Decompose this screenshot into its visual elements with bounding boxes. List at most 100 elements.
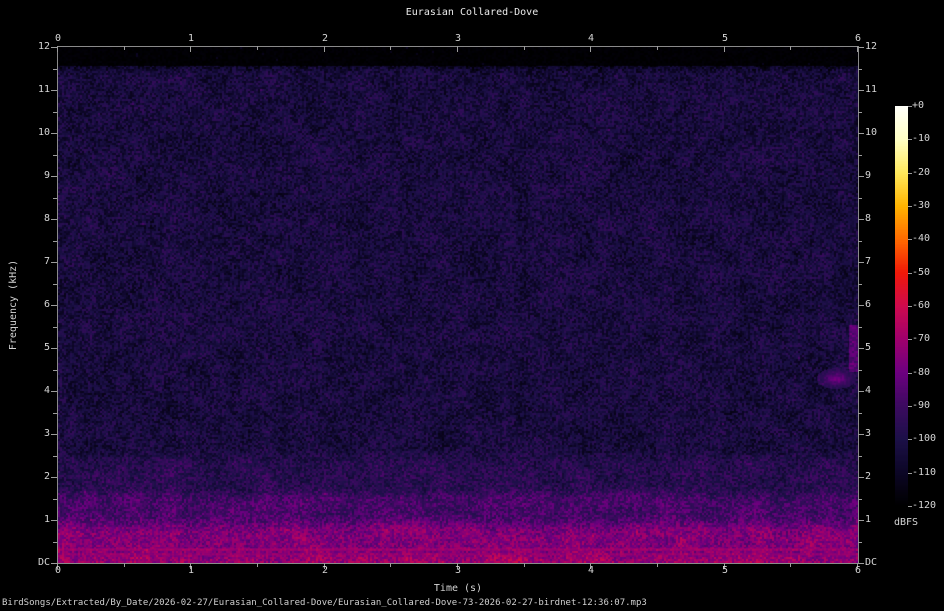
time-tick-top [657,46,658,50]
freq-tick-right [858,155,862,156]
freq-tick-label-left: 11 [37,84,50,95]
time-tick-bottom [124,563,125,567]
time-tick-label-bottom: 1 [187,565,195,576]
colorbar-gradient [895,106,908,506]
freq-tick-right [858,262,864,263]
freq-tick-label-right: 11 [865,84,878,95]
freq-tick-label-left: DC [37,557,50,568]
freq-tick-right [858,112,862,113]
time-tick-label-top: 1 [187,33,195,44]
time-tick-top [590,46,591,52]
time-tick-bottom [390,563,391,567]
freq-tick-right [858,413,862,414]
freq-tick-left [53,370,57,371]
freq-tick-left [51,90,57,91]
freq-tick-right [858,198,862,199]
freq-tick-left [53,542,57,543]
time-tick-bottom [257,563,258,567]
freq-tick-right [858,520,864,521]
freq-tick-right [858,477,864,478]
freq-tick-right [858,348,864,349]
freq-tick-label-left: 4 [43,385,50,396]
time-tick-top [257,46,258,50]
time-tick-label-top: 2 [321,33,329,44]
freq-tick-label-right: 9 [865,170,872,181]
freq-tick-label-right: 2 [865,471,872,482]
time-tick-top [124,46,125,50]
freq-tick-left [53,413,57,414]
freq-tick-right [858,370,862,371]
time-tick-label-bottom: 4 [587,565,595,576]
freq-tick-left [53,198,57,199]
freq-tick-right [858,133,864,134]
freq-tick-right [858,47,864,48]
freq-tick-right [858,284,862,285]
time-tick-label-top: 4 [587,33,595,44]
freq-tick-label-right: 8 [865,213,872,224]
freq-tick-left [53,284,57,285]
time-tick-top [457,46,458,52]
time-tick-label-top: 5 [721,33,729,44]
freq-tick-left [53,456,57,457]
freq-tick-left [51,520,57,521]
spectrogram-canvas [58,47,858,563]
freq-tick-label-left: 2 [43,471,50,482]
freq-tick-label-left: 12 [37,41,50,52]
freq-tick-right [858,456,862,457]
freq-tick-left [51,434,57,435]
freq-tick-label-right: 4 [865,385,872,396]
colorbar-tick-label: -100 [912,433,937,444]
freq-tick-label-left: 3 [43,428,50,439]
freq-tick-right [858,69,862,70]
freq-tick-right [858,176,864,177]
colorbar-tick-label: -60 [912,300,931,311]
freq-tick-right [858,327,862,328]
time-tick-bottom [790,563,791,567]
freq-tick-label-right: 7 [865,256,872,267]
time-tick-top [190,46,191,52]
colorbar-tick-label: -20 [912,167,931,178]
colorbar-tick-label: -70 [912,333,931,344]
freq-tick-left [51,219,57,220]
freq-tick-left [51,391,57,392]
freq-tick-label-right: DC [865,557,878,568]
colorbar-tick-label: -30 [912,200,931,211]
freq-tick-left [51,563,57,564]
freq-tick-label-right: 1 [865,514,872,525]
time-tick-top [324,46,325,52]
freq-tick-label-right: 10 [865,127,878,138]
time-tick-top [390,46,391,50]
time-tick-label-bottom: 5 [721,565,729,576]
page-title: Eurasian Collared-Dove [405,7,539,18]
time-tick-bottom [524,563,525,567]
freq-tick-left [51,176,57,177]
freq-tick-right [858,499,862,500]
colorbar-tick-label: -80 [912,367,931,378]
time-tick-top [524,46,525,50]
freq-tick-left [51,477,57,478]
freq-tick-label-left: 1 [43,514,50,525]
freq-tick-left [51,262,57,263]
freq-tick-right [858,542,862,543]
colorbar-tick-label: -10 [912,133,931,144]
y-axis-title: Frequency (kHz) [8,259,19,351]
time-tick-top [57,46,58,52]
freq-tick-left [53,327,57,328]
time-tick-top [790,46,791,50]
freq-tick-label-left: 5 [43,342,50,353]
colorbar-tick-label: -110 [912,467,937,478]
freq-tick-left [51,47,57,48]
freq-tick-right [858,90,864,91]
freq-tick-left [53,155,57,156]
time-tick-bottom [657,563,658,567]
freq-tick-left [51,133,57,134]
spectrogram-window: Eurasian Collared-Dove Frequency (kHz) T… [0,0,944,611]
freq-tick-label-right: 5 [865,342,872,353]
time-tick-label-bottom: 2 [321,565,329,576]
freq-tick-label-right: 3 [865,428,872,439]
freq-tick-right [858,434,864,435]
freq-tick-right [858,391,864,392]
freq-tick-left [53,69,57,70]
freq-tick-label-left: 6 [43,299,50,310]
freq-tick-label-right: 6 [865,299,872,310]
